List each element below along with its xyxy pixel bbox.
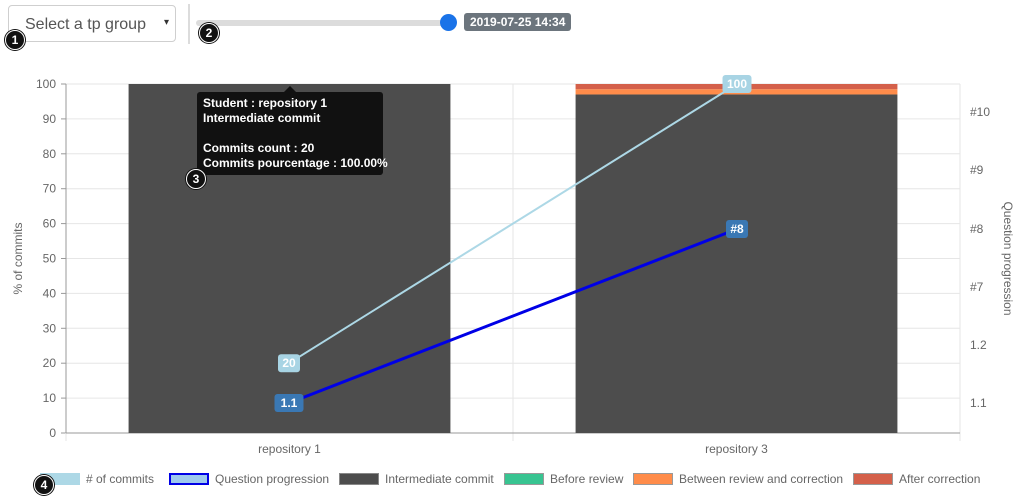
y2-tick-label: #10 [970, 105, 990, 119]
y-tick-label: 60 [43, 217, 57, 231]
y-tick-label: 50 [43, 252, 57, 266]
x-tick-label: repository 1 [258, 442, 321, 456]
y-tick-label: 100 [36, 77, 56, 91]
legend-label: Intermediate commit [385, 472, 494, 486]
legend-label: After correction [899, 472, 981, 486]
tooltip-title: Student : repository 1 [203, 96, 328, 110]
y-tick-label: 70 [43, 182, 57, 196]
y-tick-label: 10 [43, 391, 57, 405]
y2-tick-label: #9 [970, 163, 984, 177]
legend-swatch-intermediate [339, 473, 379, 485]
y-tick-label: 30 [43, 321, 57, 335]
legend-swatch-progression [169, 473, 209, 485]
callout-marker: 2 [199, 23, 219, 43]
tooltip-percentage: Commits pourcentage : 100.00% [203, 156, 388, 170]
y-tick-label: 90 [43, 112, 57, 126]
y-axis-title: % of commits [11, 222, 25, 294]
progression-data-label: 1.1 [281, 396, 298, 410]
y-tick-label: 80 [43, 147, 57, 161]
legend-label: Before review [550, 472, 624, 486]
tooltip-count: Commits count : 20 [203, 141, 315, 155]
callout-marker: 3 [186, 169, 206, 189]
y-tick-label: 0 [49, 426, 56, 440]
chart-tooltip: Student : repository 1 Intermediate comm… [197, 92, 388, 175]
tooltip-spacer [203, 126, 377, 141]
y2-tick-label: #8 [970, 222, 984, 236]
y-tick-label: 20 [43, 356, 57, 370]
commits-chart: 0 10 20 30 40 50 60 70 80 90 100 % of commits Questi… [11, 75, 1015, 456]
legend-swatch-between [633, 473, 673, 485]
y2-tick-label: 1.2 [970, 338, 987, 352]
callout-marker: 1 [5, 30, 25, 50]
y-tick-label: 40 [43, 286, 57, 300]
tooltip-subtitle: Intermediate commit [203, 111, 321, 125]
progression-data-label: #8 [730, 222, 744, 236]
x-tick-label: repository 3 [705, 442, 768, 456]
legend-label: Question progression [215, 472, 330, 486]
legend-label: # of commits [86, 472, 155, 486]
commits-data-label: 100 [727, 77, 747, 91]
bar-segment [575, 94, 898, 433]
legend-swatch-before-review [504, 473, 544, 485]
y2-tick-label: #7 [970, 280, 984, 294]
callout-marker: 4 [34, 475, 54, 495]
commits-data-label: 20 [282, 356, 296, 370]
y2-axis-title: Question progression [1001, 201, 1015, 315]
y2-tick-label: 1.1 [970, 396, 987, 410]
legend-swatch-after [853, 473, 893, 485]
legend-label: Between review and correction [679, 472, 844, 486]
